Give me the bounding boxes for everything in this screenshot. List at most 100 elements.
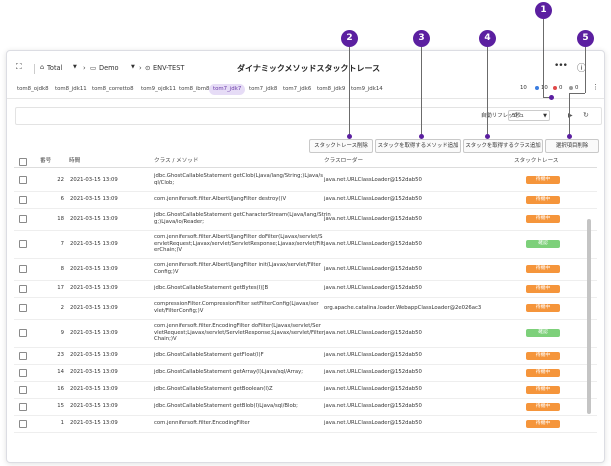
refresh-interval-select[interactable]: 5秒 ▼ [508,110,550,121]
tab-tom8_jdk11[interactable]: tom8_jdk11 [51,84,91,95]
table-row[interactable]: 15 2021-03-15 13:09 jdbc.GhostCallableStat… [14,398,597,416]
add-method-button[interactable]: スタックを取得するメソッド追加 [375,139,461,153]
status-badge[interactable]: 待機中 [526,368,560,377]
table-row[interactable]: 9 2021-03-15 13:09 com.jennifersoft.filter… [14,319,597,348]
tab-tom7_jdk7[interactable]: tom7_jdk7 [209,84,246,95]
select-all-checkbox[interactable] [19,158,27,166]
status-badge[interactable]: 確認 [526,240,560,248]
table-row[interactable]: 17 2021-03-15 13:09 jdbc.GhostCallableStat… [14,280,597,298]
tab-tom9_ojdk11[interactable]: tom9_ojdk11 [137,84,180,95]
demo-select[interactable]: Demo [99,64,119,72]
row-checkbox[interactable] [19,329,27,337]
row-number: 17 [57,285,64,291]
status-badge[interactable]: 待機中 [526,195,560,204]
row-checkbox[interactable] [19,195,27,204]
row-checkbox[interactable] [19,304,27,312]
inactive-status: 0 [569,85,578,91]
row-classloader: java.net.URLClassLoader@152dab50 [324,403,422,409]
instance-count: 10 [520,85,527,91]
row-time: 2021-03-15 13:09 [70,240,118,247]
tab-tom8_ibm8[interactable]: tom8_ibm8 [175,84,213,95]
row-checkbox[interactable] [19,351,27,360]
chevron-down-icon[interactable]: ▼ [131,64,135,70]
row-classloader: java.net.URLClassLoader@152dab50 [324,265,422,272]
row-number: 2 [60,304,64,311]
total-select[interactable]: Total [47,64,62,72]
col-number[interactable]: 番号 [40,155,51,167]
kebab-icon[interactable]: ⋮ [592,83,599,91]
row-checkbox[interactable] [19,385,27,394]
status-badge[interactable]: 待機中 [526,385,560,394]
row-classloader: java.net.URLClassLoader@152dab50 [324,386,422,392]
table-row[interactable]: 22 2021-03-15 13:09 jdbc.GhostCallableStat… [14,169,597,192]
status-badge[interactable]: 確認 [526,329,560,337]
row-checkbox[interactable] [19,176,27,184]
top-header: ⛶ ⌂ Total ▼ › ▭ Demo ▼ › ⊙ ENV-TEST ダイナミ… [7,59,604,79]
status-badge[interactable]: 待機中 [526,176,560,184]
row-method: jdbc.GhostCallableStatement getBlob(I)Lj… [154,403,298,410]
status-badge[interactable]: 待機中 [526,304,560,312]
tab-tom9_jdk14[interactable]: tom9_jdk14 [347,84,387,95]
col-classloader[interactable]: クラスローダー [324,155,363,167]
table-row[interactable]: 7 2021-03-15 13:09 com.jennifersoft.filter… [14,230,597,259]
row-number: 1 [60,420,64,426]
table-row[interactable]: 6 2021-03-15 13:09 com.jennifersoft.filter… [14,191,597,209]
row-checkbox[interactable] [19,215,27,223]
col-time[interactable]: 時間 [69,155,80,167]
table-row[interactable]: 18 2021-03-15 13:09 jdbc.GhostCallableStat… [14,208,597,231]
stack-trace-table: 番号 時間 クラス / メソッド クラスローダー スタックトレース 22 2021… [14,155,597,462]
status-badge[interactable]: 待機中 [526,419,560,428]
table-row[interactable]: 8 2021-03-15 13:09 com.jennifersoft.filter… [14,258,597,281]
delete-selected-button[interactable]: 選択項目削除 [545,139,599,153]
row-classloader: java.net.URLClassLoader@152dab50 [324,215,422,222]
status-badge[interactable]: 待機中 [526,265,560,273]
row-checkbox[interactable] [19,368,27,377]
env-select[interactable]: ENV-TEST [153,64,184,72]
status-badge[interactable]: 待機中 [526,351,560,360]
callout-4: 4 [479,30,496,47]
row-number: 23 [57,352,64,358]
row-method: jdbc.GhostCallableStatement getArray(I)L… [154,369,304,376]
row-number: 18 [57,215,64,222]
row-checkbox[interactable] [19,240,27,248]
table-row[interactable]: 16 2021-03-15 13:09 jdbc.GhostCallableStat… [14,381,597,399]
row-number: 7 [60,240,64,247]
status-badge[interactable]: 待機中 [526,284,560,293]
refresh-icon[interactable]: ↻ [583,110,589,121]
more-icon[interactable]: ••• [554,61,568,71]
row-number: 14 [57,369,64,375]
tab-tom8_corretto8[interactable]: tom8_corretto8 [88,84,138,95]
tree-icon[interactable]: ⛶ [16,62,22,72]
row-time: 2021-03-15 13:09 [70,196,118,202]
add-class-button[interactable]: スタックを取得するクラス追加 [463,139,543,153]
instance-tabs: tom8_ojdk8 tom8_jdk11 tom8_corretto8 tom… [7,82,604,99]
row-checkbox[interactable] [19,402,27,411]
status-badge[interactable]: 待機中 [526,215,560,223]
row-method: com.jennifersoft.filter.AlbertUJangFilte… [154,234,325,254]
row-classloader: java.net.URLClassLoader@152dab50 [324,420,422,426]
table-row[interactable]: 14 2021-03-15 13:09 jdbc.GhostCallableStat… [14,364,597,382]
delete-stack-trace-button[interactable]: スタックトレース削除 [309,139,373,153]
row-method: jdbc.GhostCallableStatement getBytes(I)[… [154,285,269,292]
table-row[interactable]: 23 2021-03-15 13:09 jdbc.GhostCallableStat… [14,347,597,365]
tab-tom7_jdk8[interactable]: tom7_jdk8 [245,84,281,95]
status-badge[interactable]: 待機中 [526,402,560,411]
tab-tom8_jdk9[interactable]: tom8_jdk9 [313,84,349,95]
row-checkbox[interactable] [19,284,27,293]
col-stack-trace[interactable]: スタックトレース [514,155,558,167]
row-checkbox[interactable] [19,265,27,273]
row-method: jdbc.GhostCallableStatement getBoolean(I… [154,386,273,393]
row-classloader: org.apache.catalina.loader.WebappClassLo… [324,304,482,311]
folder-icon: ▭ [90,64,97,72]
chevron-down-icon[interactable]: ▼ [73,64,77,70]
table-scrollbar[interactable] [587,219,591,414]
row-checkbox[interactable] [19,419,27,428]
row-time: 2021-03-15 13:09 [70,352,118,358]
table-row[interactable]: 2 2021-03-15 13:09 compressionFilter.Compr… [14,297,597,320]
table-row[interactable]: 1 2021-03-15 13:09 com.jennifersoft.filter… [14,415,597,433]
col-class-method[interactable]: クラス / メソッド [154,155,199,167]
row-time: 2021-03-15 13:09 [70,304,118,311]
refresh-toolbar: 自動リフレッシュ 5秒 ▼ ▶ ↻ [15,107,602,125]
tab-tom7_jdk6[interactable]: tom7_jdk6 [279,84,315,95]
tab-tom8_ojdk8[interactable]: tom8_ojdk8 [13,84,53,95]
